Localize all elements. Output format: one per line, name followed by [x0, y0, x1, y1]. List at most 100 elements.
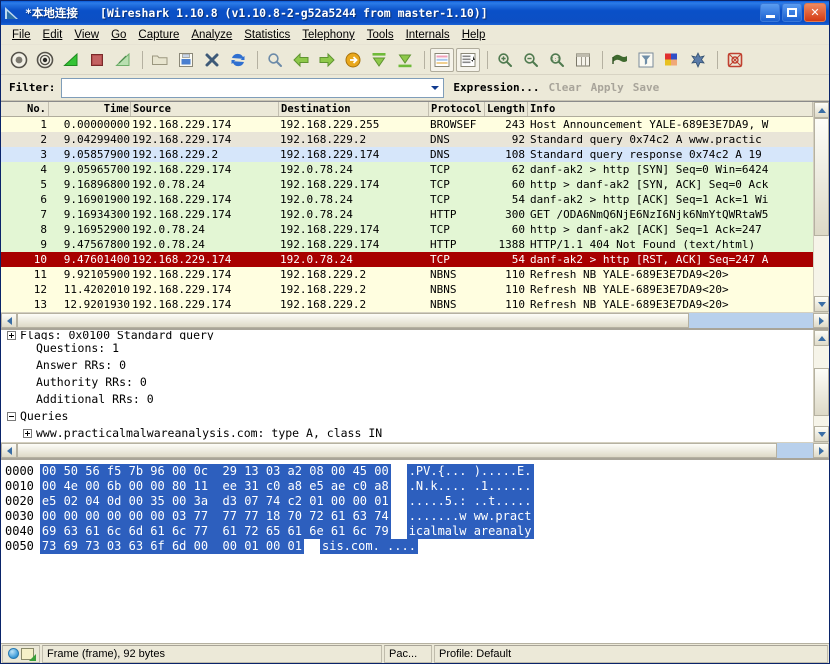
status-icons[interactable] — [2, 644, 40, 663]
save-filter-button[interactable]: Save — [633, 81, 660, 94]
menu-view[interactable]: View — [68, 27, 105, 43]
menu-internals[interactable]: Internals — [400, 27, 456, 43]
table-row[interactable]: 5 9.16896800 192.0.78.24 192.168.229.174 TCP… — [1, 177, 813, 192]
table-row[interactable]: 1 0.00000000 192.168.229.174 192.168.229.25… — [1, 117, 813, 132]
packet-detail-vscrollbar[interactable] — [813, 330, 829, 442]
vscroll-track[interactable] — [814, 346, 829, 426]
open-file-icon[interactable] — [148, 48, 172, 72]
restart-capture-icon[interactable] — [111, 48, 135, 72]
colorize-icon[interactable] — [430, 47, 454, 72]
expert-info-icon[interactable] — [8, 648, 19, 659]
table-row[interactable]: 10 9.47601400 192.168.229.174 192.0.78.24 TC… — [1, 252, 813, 267]
expand-icon[interactable] — [7, 331, 16, 340]
maximize-button[interactable] — [782, 3, 802, 22]
scroll-left-button[interactable] — [1, 443, 17, 458]
packet-list-vscrollbar[interactable] — [813, 102, 829, 312]
table-row[interactable]: 7 9.16934300 192.168.229.174 192.0.78.24 HTT… — [1, 207, 813, 222]
expression-button[interactable]: Expression... — [453, 81, 539, 94]
zoom-reset-icon[interactable]: 1:1 — [545, 48, 569, 72]
detail-tree-item[interactable]: Queries — [1, 408, 813, 425]
vscroll-thumb[interactable] — [814, 368, 829, 416]
hex-dump-line[interactable]: 0000 00 50 56 f5 7b 96 00 0c 29 13 03 a2 … — [5, 464, 829, 479]
filter-input[interactable] — [62, 79, 428, 96]
start-capture-icon[interactable] — [59, 48, 83, 72]
interfaces-icon[interactable] — [7, 48, 31, 72]
menu-tools[interactable]: Tools — [361, 27, 400, 43]
close-file-icon[interactable] — [200, 48, 224, 72]
save-file-icon[interactable] — [174, 48, 198, 72]
menu-capture[interactable]: Capture — [132, 27, 185, 43]
menu-statistics[interactable]: Statistics — [238, 27, 296, 43]
hex-dump-line[interactable]: 0020 e5 02 04 0d 00 35 00 3a d3 07 74 c2 … — [5, 494, 829, 509]
table-row[interactable]: 6 9.16901900 192.168.229.174 192.0.78.24 TCP… — [1, 192, 813, 207]
scroll-up-button[interactable] — [814, 330, 829, 346]
hex-dump-line[interactable]: 0050 73 69 73 03 63 6f 6d 00 00 01 00 01 s… — [5, 539, 829, 554]
chevron-down-icon[interactable] — [427, 79, 443, 97]
go-back-icon[interactable] — [289, 48, 313, 72]
vscroll-thumb[interactable] — [814, 118, 829, 236]
packet-list-hscrollbar[interactable] — [1, 312, 829, 328]
scroll-right-button[interactable] — [813, 443, 829, 458]
detail-tree-item[interactable]: Answer RRs: 0 — [1, 357, 813, 374]
menu-telephony[interactable]: Telephony — [296, 27, 360, 43]
hex-dump-line[interactable]: 0040 69 63 61 6c 6d 61 6c 77 61 72 65 61 … — [5, 524, 829, 539]
zoom-out-icon[interactable] — [519, 48, 543, 72]
detail-tree-item[interactable]: Additional RRs: 0 — [1, 391, 813, 408]
column-header-time[interactable]: Time — [49, 102, 131, 116]
find-packet-icon[interactable] — [263, 48, 287, 72]
go-forward-icon[interactable] — [315, 48, 339, 72]
hscroll-track[interactable] — [17, 443, 813, 458]
scroll-up-button[interactable] — [814, 102, 829, 118]
table-row[interactable]: 3 9.05857900 192.168.229.2 192.168.229.174 D… — [1, 147, 813, 162]
go-first-packet-icon[interactable] — [367, 48, 391, 72]
scroll-left-button[interactable] — [1, 313, 17, 328]
menu-go[interactable]: Go — [105, 27, 132, 43]
go-to-packet-icon[interactable] — [341, 48, 365, 72]
table-row[interactable]: 9 9.47567800 192.0.78.24 192.168.229.174 HTT… — [1, 237, 813, 252]
capture-filters-icon[interactable] — [608, 48, 632, 72]
detail-tree-item[interactable]: Authority RRs: 0 — [1, 374, 813, 391]
close-button[interactable]: ✕ — [804, 3, 826, 22]
zoom-in-icon[interactable] — [493, 48, 517, 72]
capture-file-comment-icon[interactable] — [21, 647, 36, 661]
detail-tree-item[interactable]: Flags: 0x0100 Standard query — [1, 331, 813, 340]
apply-filter-button[interactable]: Apply — [591, 81, 624, 94]
table-row[interactable]: 8 9.16952900 192.0.78.24 192.168.229.174 TCP… — [1, 222, 813, 237]
display-filters-icon[interactable] — [634, 48, 658, 72]
menu-edit[interactable]: Edit — [37, 27, 69, 43]
hex-dump[interactable]: 0000 00 50 56 f5 7b 96 00 0c 29 13 03 a2 … — [1, 460, 829, 643]
status-profile[interactable]: Profile: Default — [434, 644, 828, 663]
coloring-rules-icon[interactable] — [660, 48, 684, 72]
hscroll-track[interactable] — [17, 313, 813, 328]
help-contents-icon[interactable] — [723, 48, 747, 72]
menu-help[interactable]: Help — [456, 27, 492, 43]
column-header-length[interactable]: Length — [485, 102, 528, 116]
menu-file[interactable]: File — [6, 27, 37, 43]
table-row[interactable]: 13 12.9201930 192.168.229.174 192.168.229.2… — [1, 297, 813, 312]
table-row[interactable]: 12 11.4202010 192.168.229.174 192.168.229.2… — [1, 282, 813, 297]
scroll-right-button[interactable] — [813, 313, 829, 328]
vscroll-track[interactable] — [814, 118, 829, 296]
table-row[interactable]: 2 9.04299400 192.168.229.174 192.168.229.2 D… — [1, 132, 813, 147]
detail-tree-item[interactable]: www.practicalmalwareanalysis.com: type A… — [1, 425, 813, 442]
stop-capture-icon[interactable] — [85, 48, 109, 72]
hex-dump-line[interactable]: 0030 00 00 00 00 00 00 03 77 77 77 18 70 … — [5, 509, 829, 524]
filter-combobox[interactable] — [61, 77, 445, 98]
capture-options-icon[interactable] — [33, 48, 57, 72]
scroll-down-button[interactable] — [814, 426, 829, 442]
hscroll-thumb[interactable] — [17, 443, 777, 458]
auto-scroll-icon[interactable] — [456, 47, 480, 72]
detail-tree-item[interactable]: Questions: 1 — [1, 340, 813, 357]
preferences-icon[interactable] — [686, 48, 710, 72]
reload-icon[interactable] — [226, 48, 250, 72]
collapse-icon[interactable] — [7, 412, 16, 421]
expand-icon[interactable] — [23, 429, 32, 438]
hscroll-thumb[interactable] — [17, 313, 689, 328]
packet-detail-hscrollbar[interactable] — [1, 442, 829, 458]
hex-dump-line[interactable]: 0010 00 4e 00 6b 00 00 80 11 ee 31 c0 a8 … — [5, 479, 829, 494]
go-last-packet-icon[interactable] — [393, 48, 417, 72]
table-row[interactable]: 4 9.05965700 192.168.229.174 192.0.78.24 TCP… — [1, 162, 813, 177]
column-header-protocol[interactable]: Protocol — [429, 102, 485, 116]
minimize-button[interactable] — [760, 3, 780, 22]
column-header-info[interactable]: Info — [528, 102, 813, 116]
